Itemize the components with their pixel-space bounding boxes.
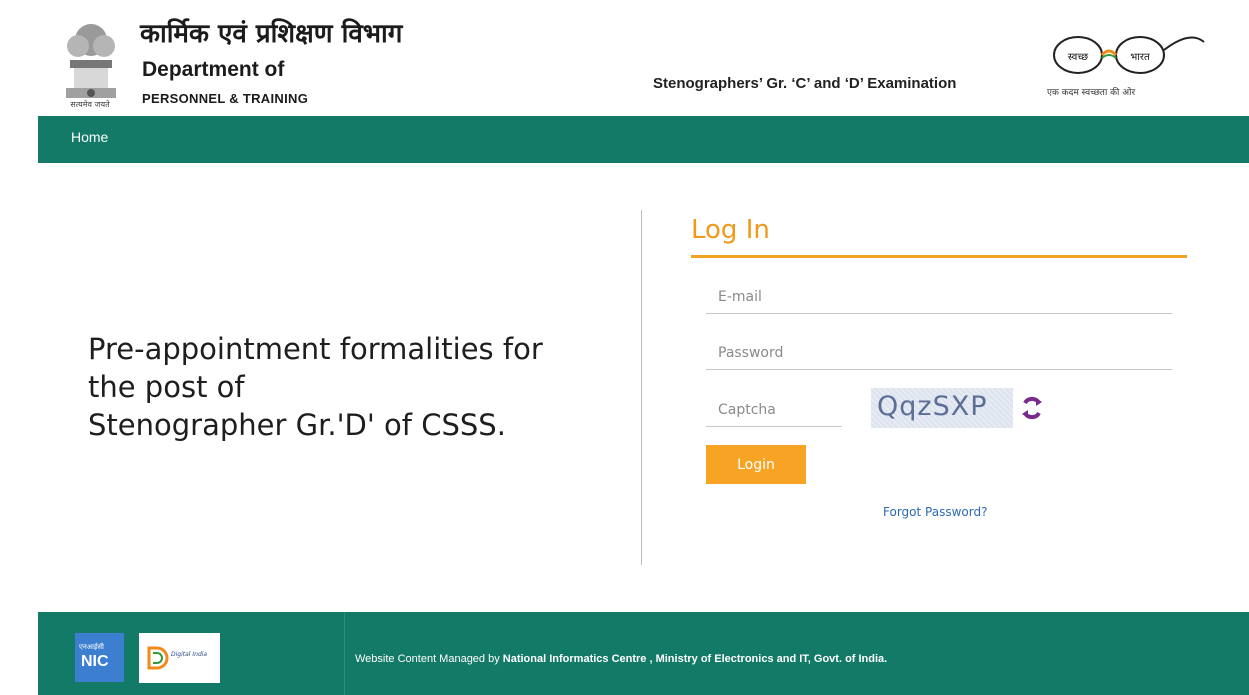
digital-india-text: Digital India xyxy=(171,651,208,658)
password-input[interactable] xyxy=(706,336,1172,370)
pre-appointment-heading: Pre-appointment formalities for the post… xyxy=(88,330,608,444)
captcha-text: QqzSXP xyxy=(877,391,988,422)
department-title: Department of xyxy=(142,58,285,81)
footer-separator xyxy=(344,612,345,695)
department-subtitle: PERSONNEL & TRAINING xyxy=(142,91,309,106)
emblem-caption: सत्यमेव जयते xyxy=(70,100,110,109)
national-emblem-icon xyxy=(66,24,116,98)
swachh-left-text: स्वच्छ xyxy=(1068,52,1088,63)
login-title-underline xyxy=(691,255,1187,258)
nic-logo: एनआईसी NIC xyxy=(75,633,124,682)
refresh-captcha-icon[interactable] xyxy=(1017,393,1047,423)
exam-title: Stenographers’ Gr. ‘C’ and ‘D’ Examinati… xyxy=(653,75,957,92)
captcha-input[interactable] xyxy=(706,393,842,427)
email-input[interactable] xyxy=(706,280,1172,314)
heading-line-3: Stenographer Gr.'D' of CSSS. xyxy=(88,408,506,442)
page-footer: एनआईसी NIC Digital India Website Content… xyxy=(38,612,1249,695)
footer-credit: Website Content Managed by National Info… xyxy=(355,653,887,665)
page-header: सत्यमेव जयते कार्मिक एवं प्रशिक्षण विभाग… xyxy=(0,0,1249,116)
forgot-password-link[interactable]: Forgot Password? xyxy=(883,505,987,519)
captcha-image: QqzSXP xyxy=(871,388,1013,428)
login-button[interactable]: Login xyxy=(706,445,806,484)
heading-line-1: Pre-appointment formalities for xyxy=(88,332,543,366)
digital-india-d-icon xyxy=(147,646,169,670)
nav-home-link[interactable]: Home xyxy=(71,129,108,145)
nic-logo-text: NIC xyxy=(81,653,109,670)
footer-credit-prefix: Website Content Managed by xyxy=(355,653,503,665)
swachh-caption: एक कदम स्वच्छता की ओर xyxy=(1047,88,1136,98)
department-hindi-title: कार्मिक एवं प्रशिक्षण विभाग xyxy=(140,19,403,49)
vertical-divider xyxy=(641,210,642,565)
heading-line-2: the post of xyxy=(88,370,245,404)
nic-logo-hindi: एनआईसी xyxy=(79,643,104,651)
digital-india-logo: Digital India xyxy=(139,633,220,683)
login-title: Log In xyxy=(691,215,770,245)
swachh-right-text: भारत xyxy=(1130,52,1150,63)
footer-credit-org: National Informatics Centre , Ministry o… xyxy=(502,653,888,665)
main-navbar: Home xyxy=(38,116,1249,163)
